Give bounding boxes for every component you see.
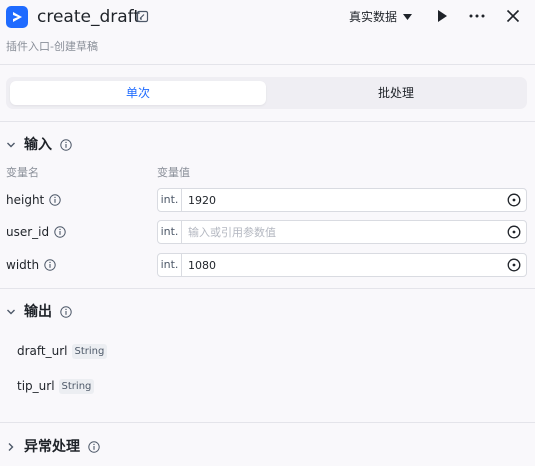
output-name: tip_url: [17, 379, 55, 393]
info-icon[interactable]: [49, 194, 61, 206]
run-icon[interactable]: [433, 7, 451, 25]
output-name: draft_url: [17, 344, 68, 358]
param-name-user-id: user_id: [6, 224, 66, 240]
chevron-down-icon: [7, 309, 15, 315]
type-prefix: int.: [158, 221, 182, 243]
header-divider: [0, 64, 535, 65]
chevron-down-icon: [7, 142, 15, 148]
plugin-logo-icon: [6, 6, 28, 28]
node-header: create_draft 真实数据 插件入口-创建草稿: [0, 0, 535, 64]
more-icon[interactable]: [468, 7, 486, 25]
param-label: height: [6, 193, 45, 207]
param-field-user-id: int.: [157, 220, 527, 244]
width-input[interactable]: [188, 254, 498, 276]
close-icon[interactable]: [504, 7, 522, 25]
column-header-name: 变量名: [6, 166, 39, 179]
param-field-height: int.: [157, 188, 527, 212]
variable-reference-icon[interactable]: [507, 258, 521, 272]
param-field-width: int.: [157, 253, 527, 277]
exception-section-toggle[interactable]: 异常处理: [6, 438, 100, 456]
caret-down-icon: [403, 14, 413, 20]
type-prefix: int.: [158, 254, 182, 276]
info-icon[interactable]: [54, 226, 66, 238]
info-icon[interactable]: [60, 306, 72, 318]
output-section-divider: [0, 422, 535, 423]
variable-reference-icon[interactable]: [507, 225, 521, 239]
param-label: width: [6, 258, 40, 272]
type-badge: String: [71, 343, 108, 359]
type-badge: String: [58, 378, 95, 394]
variable-reference-icon[interactable]: [507, 193, 521, 207]
input-section-toggle[interactable]: 输入: [6, 136, 72, 154]
tab-batch[interactable]: 批处理: [268, 81, 524, 105]
info-icon[interactable]: [44, 259, 56, 271]
edit-icon[interactable]: [136, 10, 149, 23]
height-input[interactable]: [188, 189, 498, 211]
node-title: create_draft: [37, 7, 141, 27]
data-mode-label: 真实数据: [349, 10, 398, 24]
param-name-width: width: [6, 257, 56, 273]
chevron-right-icon: [8, 443, 14, 451]
input-section-divider: [0, 288, 535, 289]
param-name-height: height: [6, 192, 61, 208]
run-mode-tabs: 单次 批处理: [6, 77, 527, 109]
tab-single[interactable]: 单次: [10, 81, 266, 105]
output-section-toggle[interactable]: 输出: [6, 303, 72, 321]
input-section-title: 输入: [24, 137, 52, 153]
output-item-tip-url: tip_url String: [17, 378, 95, 394]
column-header-value: 变量值: [157, 166, 190, 179]
exception-section-title: 异常处理: [24, 439, 80, 455]
info-icon[interactable]: [60, 139, 72, 151]
info-icon[interactable]: [88, 441, 100, 453]
output-section-title: 输出: [24, 304, 52, 320]
node-description: 插件入口-创建草稿: [6, 40, 98, 53]
tabs-divider: [0, 121, 535, 122]
type-prefix: int.: [158, 189, 182, 211]
data-mode-select[interactable]: 真实数据: [349, 7, 413, 27]
param-label: user_id: [6, 225, 50, 239]
output-item-draft-url: draft_url String: [17, 343, 108, 359]
user-id-input[interactable]: [188, 221, 498, 243]
